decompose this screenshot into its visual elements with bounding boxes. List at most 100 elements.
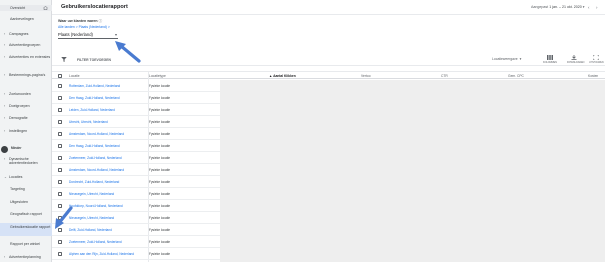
- table-row[interactable]: Nieuwegein, Utrecht, Nederland Fysieke l…: [52, 212, 220, 224]
- row-location-link[interactable]: Nieuwegein, Utrecht, Nederland: [69, 192, 114, 196]
- table-row[interactable]: Amsterdam, Noord-Holland, Nederland Fysi…: [52, 128, 220, 140]
- row-location-link[interactable]: Amsterdam, Noord-Holland, Nederland: [69, 168, 124, 172]
- table-row[interactable]: Den Haag, Zuid-Holland, Nederland Fysiek…: [52, 92, 220, 104]
- sidebar-item-per-store-report[interactable]: Rapport per winkel: [0, 242, 52, 246]
- sidebar-item-targeting[interactable]: Targeting: [0, 187, 52, 191]
- column-location-type[interactable]: Locatietype: [149, 74, 166, 78]
- data-columns-placeholder: [220, 80, 605, 262]
- row-location-link[interactable]: Leiden, Zuid-Holland, Nederland: [69, 108, 115, 112]
- table-row[interactable]: Zoetermeer, Zuid-Holland, Nederland Fysi…: [52, 152, 220, 164]
- add-filter-button[interactable]: FILTER TOEVOEGEN: [77, 58, 111, 62]
- column-location[interactable]: Locatie: [69, 74, 80, 78]
- row-checkbox[interactable]: [58, 144, 63, 149]
- sidebar-item-ads-extensions[interactable]: › Advertenties en extensies: [0, 55, 52, 59]
- row-location-link[interactable]: Rotterdam, Zuid-Holland, Nederland: [69, 84, 120, 88]
- sidebar-item-geo-report[interactable]: Geografisch rapport: [0, 212, 52, 216]
- sidebar-item-dynamic-ad-targets[interactable]: › Dynamische advertentiedoelen: [0, 157, 52, 165]
- sidebar-item-ad-schedule[interactable]: › Advertentieplanning: [0, 255, 52, 259]
- breadcrumb[interactable]: Alle landen > Plaats (Nederland) >: [58, 25, 110, 29]
- table-row[interactable]: Hoofddorp, Noord-Holland, Nederland Fysi…: [52, 200, 220, 212]
- row-checkbox[interactable]: [58, 216, 63, 221]
- download-icon: [571, 55, 577, 60]
- sidebar-item-recommendations[interactable]: Aanbevelingen: [0, 17, 52, 21]
- sidebar-item-label: Bestemmings-pagina's: [9, 73, 46, 77]
- column-ctr[interactable]: CTR: [441, 74, 448, 78]
- sidebar-item-label: Doelgroepen: [9, 104, 30, 108]
- row-checkbox[interactable]: [58, 84, 63, 89]
- sidebar-item-keywords[interactable]: › Zoekwoorden: [0, 92, 52, 96]
- download-button[interactable]: DOWNLOADEN: [567, 55, 584, 64]
- table-row[interactable]: Rotterdam, Zuid-Holland, Nederland Fysie…: [52, 80, 220, 92]
- sidebar-item-less[interactable]: Minder: [0, 146, 52, 150]
- sidebar-item-settings[interactable]: › Instellingen: [0, 129, 52, 133]
- sidebar-item-label: Zoekwoorden: [9, 92, 31, 96]
- row-checkbox[interactable]: [58, 168, 63, 173]
- row-checkbox[interactable]: [58, 204, 63, 209]
- location-view-label: Locatieweergave: [492, 57, 518, 61]
- table-row[interactable]: Alphen aan den Rijn, Zuid-Holland, Neder…: [52, 248, 220, 260]
- row-location-link[interactable]: Zoetermeer, Zuid-Holland, Nederland: [69, 240, 122, 244]
- row-location-link[interactable]: Den Haag, Zuid-Holland, Nederland: [69, 144, 120, 148]
- sidebar-item-user-location-report[interactable]: Gebruikerslocatie rapport: [0, 223, 52, 236]
- sidebar-item-adgroups[interactable]: › Advertentiegroepen: [0, 43, 52, 47]
- sidebar-item-label: Overzicht: [10, 6, 26, 10]
- row-checkbox[interactable]: [58, 180, 63, 185]
- sidebar-item-demographics[interactable]: › Demografie: [0, 116, 52, 120]
- row-checkbox[interactable]: [58, 96, 63, 101]
- home-icon: [43, 5, 48, 10]
- select-all-checkbox[interactable]: [58, 73, 63, 78]
- column-cost[interactable]: Kosten: [588, 74, 598, 78]
- row-checkbox[interactable]: [58, 132, 63, 137]
- column-impressions[interactable]: Vertoo: [361, 74, 371, 78]
- table-row[interactable]: Dordrecht, Zuid-Holland, Nederland Fysie…: [52, 176, 220, 188]
- page-title: Gebruikerslocatierapport: [61, 4, 128, 10]
- table-row[interactable]: Den Haag, Zuid-Holland, Nederland Fysiek…: [52, 140, 220, 152]
- table-row[interactable]: Amsterdam, Noord-Holland, Nederland Fysi…: [52, 164, 220, 176]
- row-location-link[interactable]: Utrecht, Utrecht, Nederland: [69, 120, 108, 124]
- row-checkbox[interactable]: [58, 228, 63, 233]
- column-clicks[interactable]: ▲ Aantal Klikken: [269, 74, 296, 78]
- chevron-right-icon: ›: [4, 157, 6, 161]
- row-location-link[interactable]: Amsterdam, Noord-Holland, Nederland: [69, 132, 124, 136]
- next-period-icon[interactable]: ›: [596, 5, 598, 10]
- table-row[interactable]: Leiden, Zuid-Holland, Nederland Fysieke …: [52, 104, 220, 116]
- location-level-select[interactable]: Plaats (Nederland) ▾: [58, 32, 118, 39]
- row-location-link[interactable]: Nieuwegein, Utrecht, Nederland: [69, 216, 114, 220]
- date-range-picker[interactable]: Aangepast 1 jan. – 21 okt. 2020 ▾: [531, 5, 585, 9]
- row-location-type: Fysieke locatie: [149, 132, 171, 137]
- table-row[interactable]: Zoetermeer, Zuid-Holland, Nederland Fysi…: [52, 236, 220, 248]
- row-checkbox[interactable]: [58, 192, 63, 197]
- expand-button[interactable]: UITVOUWEN: [589, 55, 604, 64]
- table-toolbar: FILTER TOEVOEGEN Locatieweergave ▾ KOLOM…: [52, 53, 605, 66]
- row-location-type: Fysieke locatie: [149, 120, 171, 125]
- table-row[interactable]: Delft, Zuid-Holland, Nederland Fysieke l…: [52, 224, 220, 236]
- row-checkbox[interactable]: [58, 252, 63, 257]
- row-location-link[interactable]: Delft, Zuid-Holland, Nederland: [69, 228, 112, 232]
- sidebar-item-audiences[interactable]: › Doelgroepen: [0, 104, 52, 108]
- previous-period-icon[interactable]: ‹: [588, 5, 590, 10]
- row-location-link[interactable]: Zoetermeer, Zuid-Holland, Nederland: [69, 156, 122, 160]
- row-location-type: Fysieke locatie: [149, 156, 171, 161]
- filter-icon[interactable]: [61, 57, 67, 62]
- columns-button[interactable]: KOLOMMEN: [543, 55, 557, 64]
- column-avg-cpc[interactable]: Gem. CPC: [508, 74, 524, 78]
- sidebar-item-label: Dynamische advertentiedoelen: [9, 157, 38, 166]
- sidebar-item-campaigns[interactable]: › Campagnes: [0, 32, 52, 36]
- row-checkbox[interactable]: [58, 108, 63, 113]
- table-row[interactable]: Utrecht, Utrecht, Nederland Fysieke loca…: [52, 116, 220, 128]
- row-checkbox[interactable]: [58, 120, 63, 125]
- row-location-link[interactable]: Dordrecht, Zuid-Holland, Nederland: [69, 180, 119, 184]
- row-location-link[interactable]: Alphen aan den Rijn, Zuid-Holland, Neder…: [69, 252, 134, 256]
- column-clicks-label: Aantal Klikken: [273, 74, 296, 79]
- sidebar-item-excluded[interactable]: Uitgesloten: [0, 200, 52, 204]
- row-location-link[interactable]: Hoofddorp, Noord-Holland, Nederland: [69, 204, 123, 208]
- help-icon[interactable]: ⓘ: [99, 19, 103, 23]
- row-checkbox[interactable]: [58, 240, 63, 245]
- row-location-type: Fysieke locatie: [149, 216, 171, 221]
- row-location-link[interactable]: Den Haag, Zuid-Holland, Nederland: [69, 96, 120, 100]
- row-checkbox[interactable]: [58, 156, 63, 161]
- sidebar-item-landing-pages[interactable]: › Bestemmings-pagina's: [0, 73, 52, 77]
- sidebar-item-locations[interactable]: ⌄ Locaties: [0, 175, 52, 179]
- location-view-dropdown[interactable]: Locatieweergave ▾: [492, 57, 521, 61]
- table-row[interactable]: Nieuwegein, Utrecht, Nederland Fysieke l…: [52, 188, 220, 200]
